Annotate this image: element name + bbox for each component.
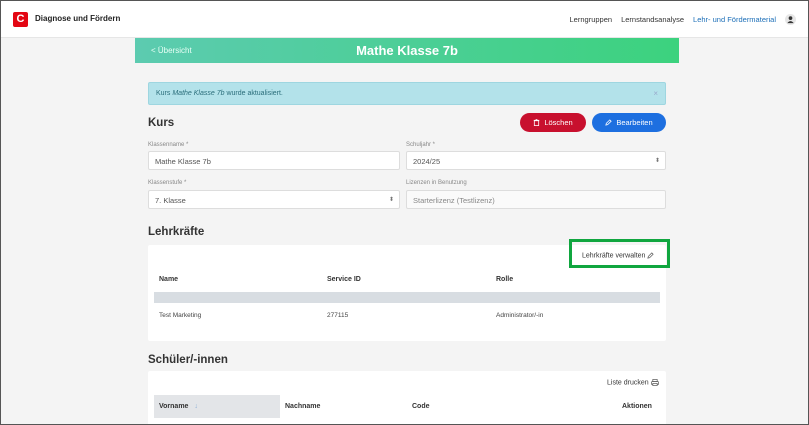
lizenzen-field: Starterlizenz (Testlizenz) — [406, 190, 666, 209]
app-logo[interactable]: C — [13, 12, 28, 27]
alert-text: Kurs Mathe Klasse 7b wurde aktualisiert. — [156, 90, 283, 97]
select-arrows-icon: ⬍ — [654, 158, 660, 164]
select-arrows-icon: ⬍ — [388, 197, 394, 203]
user-icon[interactable] — [785, 14, 796, 25]
label-klassenstufe: Klassenstufe * — [148, 180, 187, 186]
main-content: Kurs Mathe Klasse 7b wurde aktualisiert.… — [135, 63, 679, 424]
success-alert: Kurs Mathe Klasse 7b wurde aktualisiert.… — [148, 82, 666, 105]
nav-item-lerngruppen[interactable]: Lerngruppen — [570, 15, 613, 24]
delete-button[interactable]: Löschen — [520, 113, 586, 132]
schuljahr-value: 2024/25 — [413, 157, 441, 166]
cell-service-id: 277115 — [327, 312, 349, 319]
print-list-label: Liste drucken — [607, 379, 649, 387]
app-title[interactable]: Diagnose und Fördern — [35, 14, 120, 23]
app-window: C Diagnose und Fördern Lerngruppen Lerns… — [0, 0, 809, 425]
top-navigation: C Diagnose und Fördern Lerngruppen Lerns… — [1, 1, 808, 38]
nav-links: Lerngruppen Lernstandsanalyse Lehr- und … — [570, 14, 796, 25]
klassenname-field[interactable]: Mathe Klasse 7b — [148, 151, 400, 170]
pencil-icon — [605, 119, 613, 126]
nav-item-lehr-und-foerdermaterial[interactable]: Lehr- und Fördermaterial — [693, 15, 776, 24]
label-schuljahr: Schuljahr * — [406, 142, 436, 148]
klassenstufe-value: 7. Klasse — [155, 196, 186, 205]
sort-down-icon: ↓ — [194, 403, 198, 410]
page-title: Mathe Klasse 7b — [356, 43, 458, 58]
printer-icon — [650, 379, 659, 386]
section-title-lehrkraefte: Lehrkräfte — [148, 226, 205, 238]
edit-icon — [647, 252, 654, 259]
klassenname-value: Mathe Klasse 7b — [155, 157, 211, 166]
section-title-schueler: Schüler/-innen — [148, 354, 228, 366]
col-header-rolle: Rolle — [496, 276, 514, 283]
schuljahr-select[interactable]: 2024/25 ⬍ — [406, 151, 666, 170]
manage-teachers-link[interactable]: Lehrkräfte verwalten — [582, 252, 654, 259]
label-klassenname: Klassenname * — [148, 142, 189, 148]
col-header-aktionen: Aktionen — [622, 403, 652, 410]
manage-teachers-label: Lehrkräfte verwalten — [582, 252, 646, 260]
col-header-code[interactable]: Code — [412, 403, 430, 410]
table-divider-row — [154, 292, 660, 303]
close-icon[interactable]: × — [653, 89, 658, 98]
nav-item-lernstandsanalyse[interactable]: Lernstandsanalyse — [621, 15, 684, 24]
col-header-name: Name — [159, 276, 179, 283]
cell-name: Test Marketing — [159, 312, 202, 319]
col-header-vorname[interactable]: Vorname ↓ — [159, 403, 198, 410]
col-header-nachname[interactable]: Nachname — [285, 403, 320, 410]
trash-icon — [534, 119, 540, 126]
print-list-link[interactable]: Liste drucken — [607, 379, 659, 386]
cell-rolle: Administrator/-in — [496, 312, 544, 319]
section-title-kurs: Kurs — [148, 117, 175, 129]
delete-button-label: Löschen — [544, 118, 573, 127]
edit-button-label: Bearbeiten — [616, 118, 653, 127]
col-header-service-id: Service ID — [327, 276, 361, 283]
klassenstufe-select[interactable]: 7. Klasse ⬍ — [148, 190, 400, 209]
label-lizenzen: Lizenzen in Benutzung — [406, 180, 467, 186]
alert-course-name: Mathe Klasse 7b — [172, 90, 225, 97]
lizenzen-value: Starterlizenz (Testlizenz) — [413, 196, 495, 205]
course-header: < Übersicht Mathe Klasse 7b — [135, 38, 679, 63]
edit-button[interactable]: Bearbeiten — [592, 113, 666, 132]
